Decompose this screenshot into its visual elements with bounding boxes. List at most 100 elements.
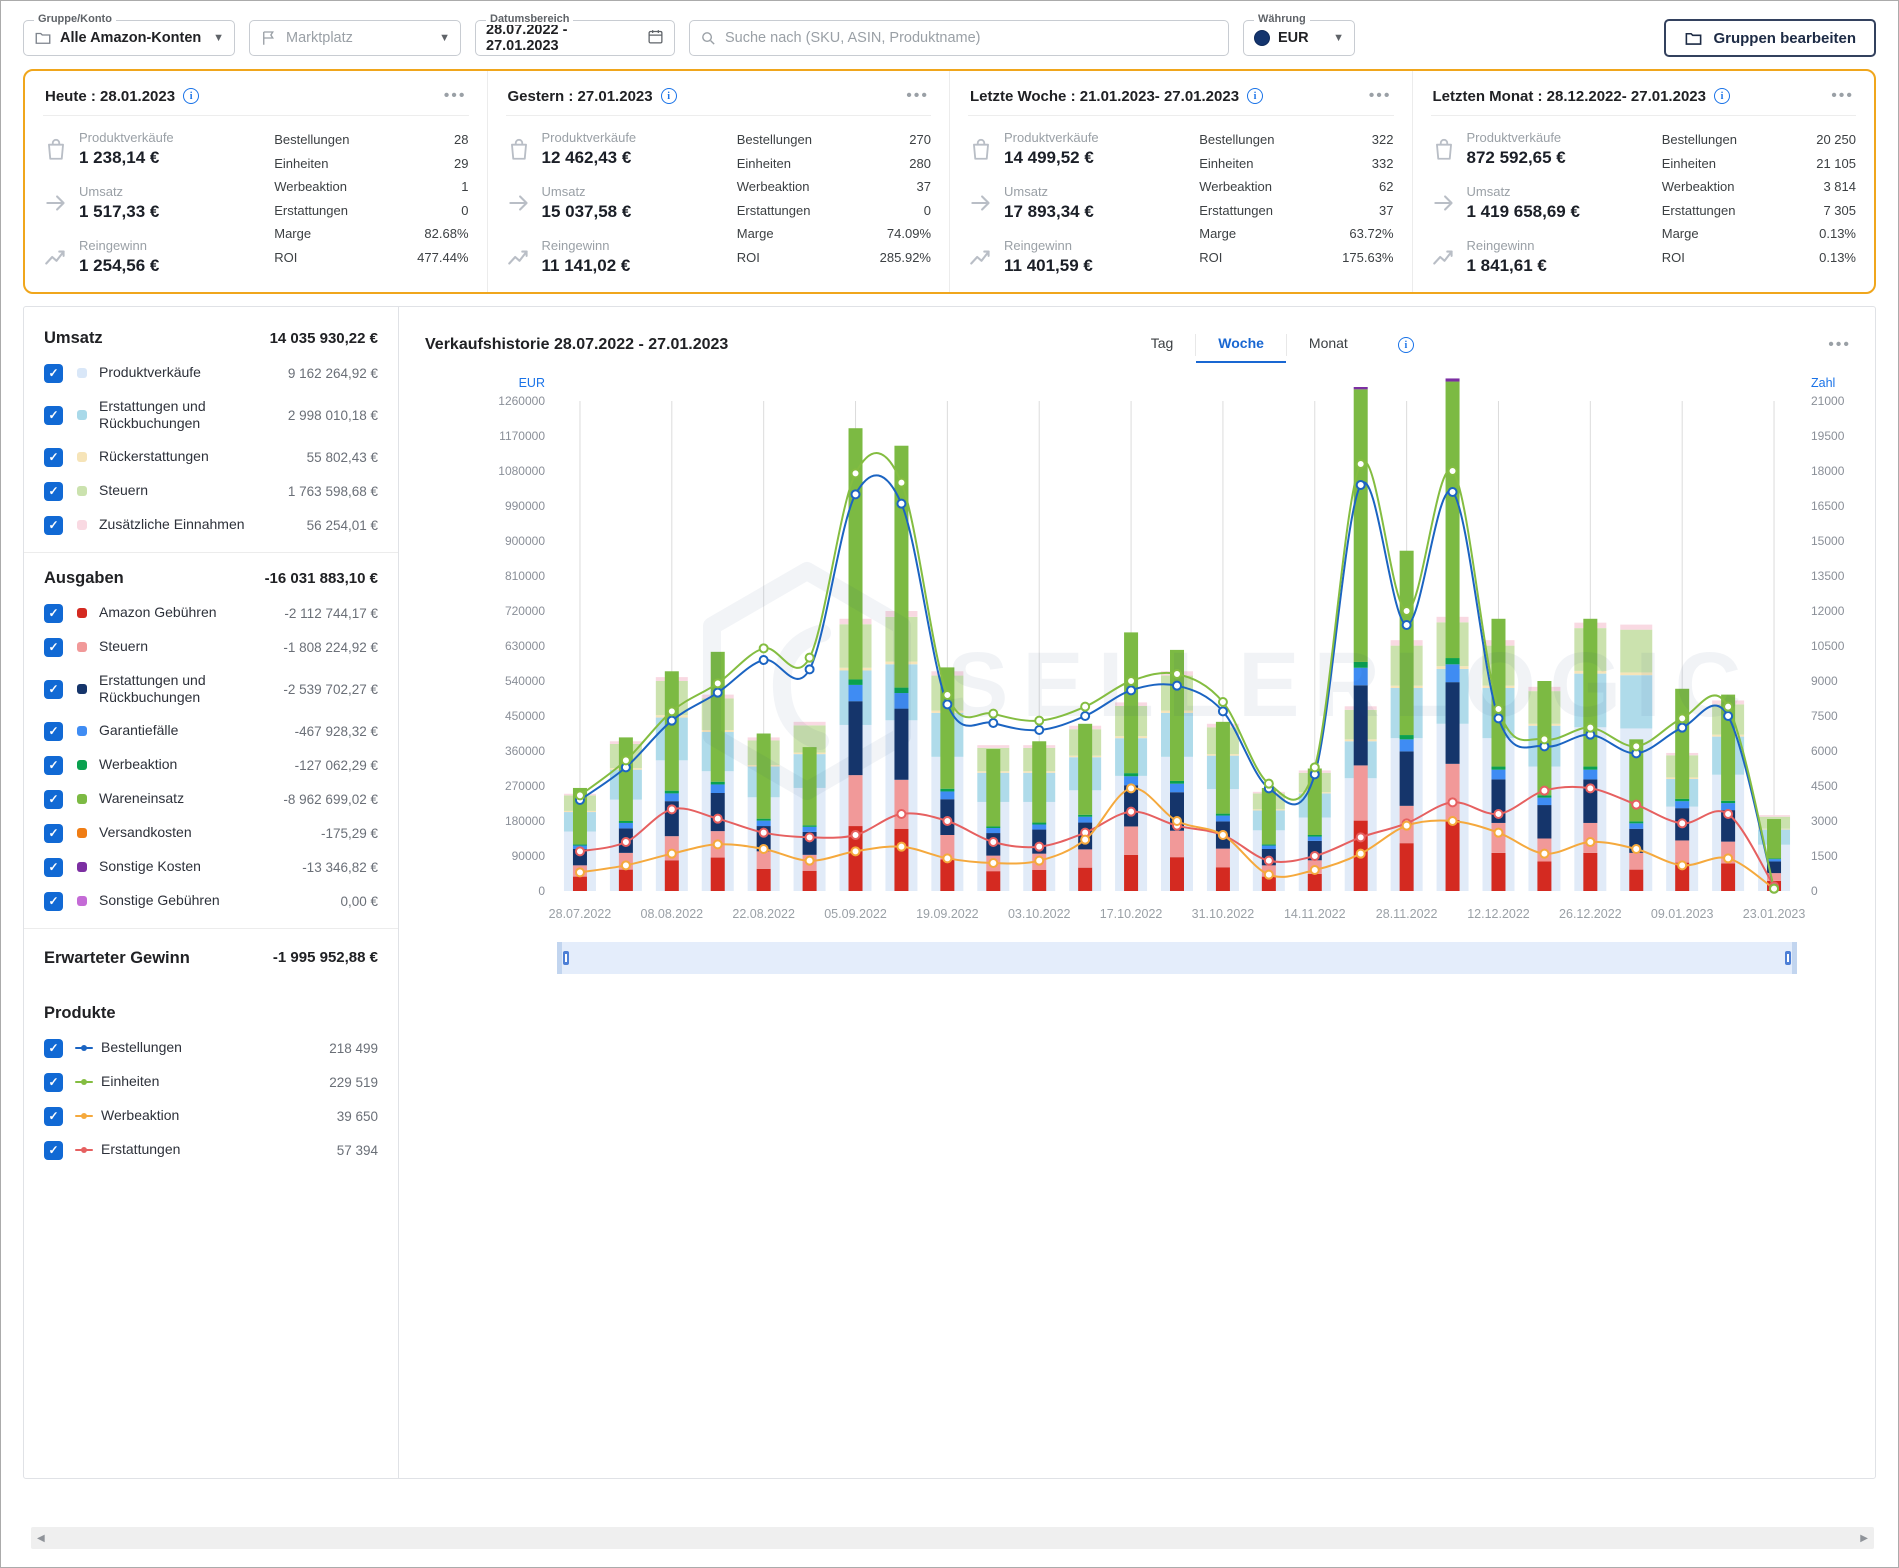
metric-label: Werbeaktion (274, 179, 347, 194)
kpi-metric-row: Einheiten 332 (1199, 156, 1393, 171)
kpi-metric-row: Werbeaktion 37 (737, 179, 931, 194)
series-checkbox[interactable]: ✓ (44, 1072, 63, 1092)
series-label: Zusätzliche Einnahmen (99, 516, 245, 533)
legend-sidebar: Umsatz 14 035 930,22 € ✓ Produktverkäufe 9… (24, 307, 399, 1478)
series-checkbox[interactable]: ✓ (44, 789, 63, 809)
series-checkbox[interactable]: ✓ (44, 363, 63, 383)
svg-text:720000: 720000 (505, 604, 545, 618)
svg-text:12.12.2022: 12.12.2022 (1467, 907, 1530, 921)
stat-label: Umsatz (1466, 184, 1511, 199)
chart-range-slider[interactable] (557, 942, 1797, 974)
series-label: Sonstige Gebühren (99, 892, 220, 909)
scroll-right-icon[interactable]: ▶ (1860, 1533, 1868, 1544)
info-icon[interactable]: i (660, 88, 677, 104)
marketplace-select[interactable]: Marktplatz ▼ (249, 20, 461, 56)
daterange-input[interactable]: Datumsbereich 28.07.2022 - 27.01.2023 (475, 13, 675, 56)
legend-item: ✓ Steuern -1 808 224,92 € (44, 630, 378, 664)
metric-label: Erstattungen (1661, 202, 1736, 218)
stat-label: Umsatz (1004, 184, 1049, 199)
series-checkbox[interactable]: ✓ (44, 1140, 63, 1160)
kpi-card: Heute : 28.01.2023 i ••• Produktverkäufe… (25, 71, 487, 292)
umsatz-section: Umsatz 14 035 930,22 € ✓ Produktverkäufe 9… (24, 313, 398, 552)
svg-text:810000: 810000 (505, 569, 545, 583)
legend-item: ✓ Rückerstattungen 55 802,43 € (44, 440, 378, 474)
series-checkbox[interactable]: ✓ (44, 755, 63, 775)
more-options-icon[interactable]: ••• (444, 87, 467, 105)
kpi-card-title: Letzten Monat : 28.12.2022- 27.01.2023 (1432, 87, 1706, 105)
series-checkbox[interactable]: ✓ (44, 721, 63, 741)
kpi-metric-row: Einheiten 21 105 (1662, 156, 1856, 171)
kpi-metric-row: Erstattungen 0 (737, 203, 931, 218)
slider-right-handle[interactable] (1785, 951, 1791, 965)
stat-label: Produktverkäufe (1466, 130, 1562, 145)
metric-label: Bestellungen (1199, 132, 1275, 147)
svg-text:180000: 180000 (505, 814, 545, 828)
series-checkbox[interactable]: ✓ (44, 823, 63, 843)
metric-label: Einheiten (274, 155, 329, 171)
series-checkbox[interactable]: ✓ (44, 857, 63, 877)
legend-item: ✓ Versandkosten -175,29 € (44, 816, 378, 850)
series-checkbox[interactable]: ✓ (44, 603, 63, 623)
metric-value: 0 (461, 202, 469, 218)
group-account-select[interactable]: Gruppe/Konto Alle Amazon-Konten ▼ (23, 13, 235, 56)
stat-label: Umsatz (79, 184, 124, 199)
kpi-stat: Reingewinn 1 841,61 € (1431, 238, 1652, 276)
series-checkbox[interactable]: ✓ (44, 405, 63, 425)
stat-value: 14 499,52 € (1004, 148, 1094, 167)
metric-value: 477.44% (417, 249, 469, 265)
stat-value: 1 254,56 € (79, 256, 160, 275)
more-options-icon[interactable]: ••• (1831, 87, 1854, 105)
metric-value: 62 (1379, 179, 1394, 194)
metric-label: Marge (274, 226, 312, 241)
svg-text:16500: 16500 (1811, 499, 1845, 513)
series-checkbox[interactable]: ✓ (44, 447, 63, 467)
more-options-icon[interactable]: ••• (1828, 336, 1851, 354)
series-label: Wareneinsatz (99, 790, 185, 807)
tab-tag[interactable]: Tag (1129, 327, 1196, 363)
series-checkbox[interactable]: ✓ (44, 679, 63, 699)
kpi-metric-row: Werbeaktion 1 (274, 179, 468, 194)
stat-value: 15 037,58 € (541, 202, 632, 221)
metric-value: 332 (1371, 155, 1394, 171)
series-value: 55 802,43 € (306, 449, 378, 465)
svg-text:1080000: 1080000 (498, 464, 545, 478)
svg-text:03.10.2022: 03.10.2022 (1008, 907, 1071, 921)
umsatz-title: Umsatz (44, 329, 103, 347)
series-checkbox[interactable]: ✓ (44, 891, 63, 911)
series-checkbox[interactable]: ✓ (44, 481, 63, 501)
legend-item: ✓ Garantiefälle -467 928,32 € (44, 714, 378, 748)
series-checkbox[interactable]: ✓ (44, 637, 63, 657)
series-value: -1 808 224,92 € (283, 639, 378, 655)
edit-groups-button[interactable]: Gruppen bearbeiten (1664, 19, 1876, 57)
arrow-right-icon (46, 195, 65, 211)
series-checkbox[interactable]: ✓ (44, 515, 63, 535)
tab-woche[interactable]: Woche (1196, 327, 1286, 363)
legend-item: ✓ Bestellungen 218 499 (44, 1031, 378, 1065)
scroll-left-icon[interactable]: ◀ (37, 1533, 45, 1544)
info-icon[interactable]: i (183, 88, 200, 104)
metric-value: 3 814 (1823, 179, 1856, 194)
slider-left-handle[interactable] (563, 951, 569, 965)
series-checkbox[interactable]: ✓ (44, 1038, 63, 1058)
currency-select[interactable]: Währung EUR ▼ (1243, 13, 1355, 56)
info-icon[interactable]: i (1397, 337, 1414, 353)
info-icon[interactable]: i (1713, 88, 1730, 104)
series-swatch (77, 520, 87, 530)
more-options-icon[interactable]: ••• (906, 87, 929, 105)
kpi-stat: Reingewinn 11 401,59 € (968, 238, 1189, 276)
series-label: Werbeaktion (101, 1107, 180, 1124)
tab-monat[interactable]: Monat (1287, 327, 1370, 363)
kpi-stat: Produktverkäufe 872 592,65 € (1431, 130, 1652, 168)
series-value: -13 346,82 € (302, 859, 378, 875)
svg-text:18000: 18000 (1811, 464, 1845, 478)
horizontal-scrollbar[interactable]: ◀ ▶ (31, 1527, 1874, 1549)
series-value: -467 928,32 € (294, 723, 378, 739)
info-icon[interactable]: i (1247, 88, 1264, 104)
more-options-icon[interactable]: ••• (1369, 87, 1392, 105)
svg-text:90000: 90000 (512, 849, 546, 863)
series-checkbox[interactable]: ✓ (44, 1106, 63, 1126)
topbar: Gruppe/Konto Alle Amazon-Konten ▼ Marktp… (1, 1, 1898, 65)
metric-label: ROI (736, 249, 760, 265)
search-input[interactable]: Suche nach (SKU, ASIN, Produktname) (689, 20, 1229, 56)
bag-icon (973, 138, 989, 160)
